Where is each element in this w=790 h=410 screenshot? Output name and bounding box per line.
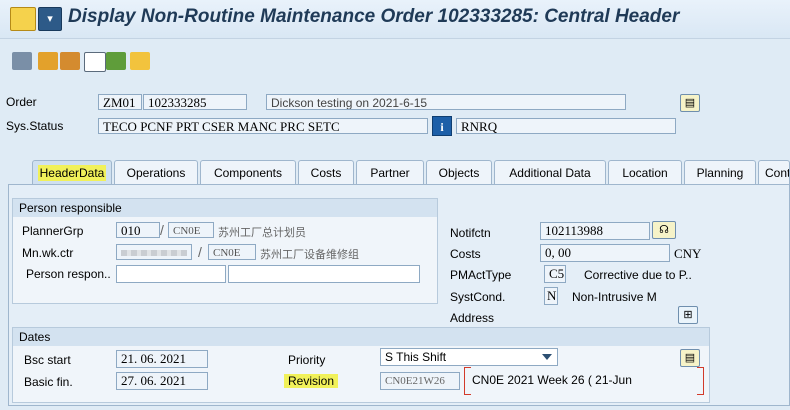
currency-text: CNY	[674, 246, 702, 261]
planner-group-text: 苏州工厂总计划员	[218, 227, 306, 239]
dates-heading: Dates	[13, 328, 709, 346]
system-condition-field[interactable]: N	[544, 287, 558, 305]
status-info-icon[interactable]: i	[432, 116, 452, 136]
separator-slash: /	[160, 222, 164, 238]
tab-partner[interactable]: Partner	[356, 160, 424, 184]
priority-label: Priority	[288, 353, 326, 367]
system-status-label: Sys.Status	[6, 119, 64, 133]
tab-components[interactable]: Components	[200, 160, 296, 184]
planner-group-plant-field[interactable]: CN0E	[168, 222, 214, 238]
planner-group-label: PlannerGrp	[22, 224, 84, 238]
tab-location[interactable]: Location	[608, 160, 682, 184]
priority-value: S This Shift	[385, 350, 447, 364]
tab-costs[interactable]: Costs	[298, 160, 354, 184]
basic-start-field[interactable]: 21. 06. 2021	[116, 350, 208, 368]
system-condition-label: SystCond.	[450, 290, 506, 304]
sap-menu-icon[interactable]	[10, 7, 36, 31]
navigate-icon[interactable]	[60, 52, 80, 70]
address-label: Address	[450, 311, 495, 325]
long-text-icon[interactable]: ▤	[680, 349, 700, 367]
notification-field[interactable]: 102113988	[540, 222, 650, 240]
revision-label: Revision	[284, 374, 339, 388]
basic-finish-field[interactable]: 27. 06. 2021	[116, 372, 208, 390]
address-icon[interactable]: ⊞	[678, 306, 698, 324]
separator-slash: /	[198, 244, 202, 260]
planner-group-field[interactable]: 010	[116, 222, 160, 238]
basic-finish-label: Basic fin.	[24, 375, 73, 389]
edit-icon[interactable]	[106, 52, 126, 70]
pm-activity-type-label: PMActType	[450, 268, 512, 282]
display-notification-icon[interactable]: ☊	[652, 221, 676, 239]
costs-field[interactable]: 0, 00	[540, 244, 670, 262]
pm-activity-type-text: Corrective due to P..	[584, 268, 692, 282]
revision-annotation: CN0E 2021 Week 26 ( 21-Jun	[464, 367, 704, 395]
priority-dropdown[interactable]: S This Shift	[380, 348, 558, 366]
main-work-center-label: Mn.wk.ctr	[22, 246, 74, 260]
order-number-field[interactable]: 102333285	[143, 94, 247, 110]
person-responsible-field[interactable]	[116, 265, 226, 283]
copy-icon[interactable]	[38, 52, 58, 70]
pm-activity-type-field[interactable]: C5	[544, 265, 566, 283]
work-center-text: 苏州工厂设备维修组	[260, 249, 359, 261]
person-responsible-name-field[interactable]	[228, 265, 420, 283]
work-center-plant-field[interactable]: CN0E	[208, 244, 256, 260]
order-description-field[interactable]: Dickson testing on 2021-6-15	[266, 94, 626, 110]
annotation-bracket-left	[464, 367, 471, 395]
window-menu-icon[interactable]: ▾	[38, 7, 62, 31]
basic-start-label: Bsc start	[24, 353, 71, 367]
order-label: Order	[6, 95, 37, 109]
system-status-field[interactable]: TECO PCNF PRT CSER MANC PRC SETC	[98, 118, 428, 134]
notification-label: Notifctn	[450, 226, 491, 240]
person-responsible-label: Person respon..	[26, 267, 111, 281]
tab-header-data[interactable]: HeaderData	[32, 160, 112, 184]
list-icon[interactable]	[84, 52, 106, 72]
user-status-field[interactable]: RNRQ	[456, 118, 676, 134]
document-icon[interactable]	[130, 52, 150, 70]
revision-text: CN0E 2021 Week 26 ( 21-Jun	[472, 373, 632, 387]
display-change-icon[interactable]	[12, 52, 32, 70]
tab-operations[interactable]: Operations	[114, 160, 198, 184]
window-title: Display Non-Routine Maintenance Order 10…	[68, 6, 680, 27]
main-work-center-field[interactable]	[116, 244, 192, 260]
person-responsible-heading: Person responsible	[13, 199, 437, 217]
annotation-bracket-right	[697, 367, 704, 395]
order-type-field[interactable]: ZM01	[98, 94, 142, 110]
tab-additional-data[interactable]: Additional Data	[494, 160, 606, 184]
tab-objects[interactable]: Objects	[426, 160, 492, 184]
long-text-icon[interactable]: ▤	[680, 94, 700, 112]
chevron-down-icon[interactable]	[542, 354, 552, 360]
costs-label: Costs	[450, 247, 481, 261]
revision-field[interactable]: CN0E21W26	[380, 372, 460, 390]
system-condition-text: Non-Intrusive M	[572, 290, 657, 304]
tab-planning[interactable]: Planning	[684, 160, 756, 184]
tab-cont[interactable]: Cont	[758, 160, 790, 184]
